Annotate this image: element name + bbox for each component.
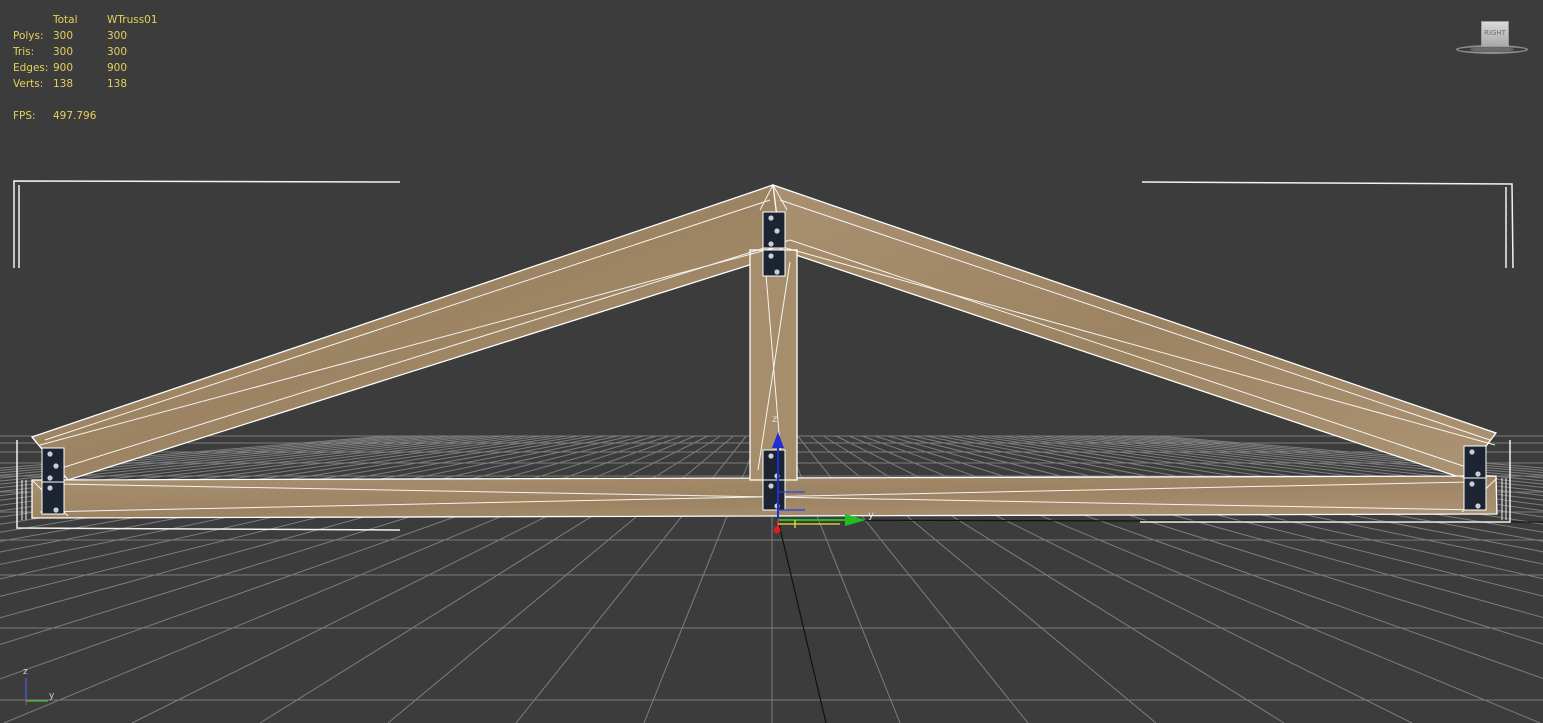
stats-header-object: WTruss01 <box>107 14 158 26</box>
plate-bolt <box>1469 449 1475 455</box>
plate-bolt <box>1469 481 1475 487</box>
plate-bolt <box>1475 503 1481 509</box>
stats-total: 900 <box>53 62 74 74</box>
stats-total: 300 <box>53 46 74 58</box>
stats-header-total: Total <box>53 14 78 26</box>
fps-label: FPS: <box>13 110 36 122</box>
viewcube-face-right[interactable]: RIGHT <box>1481 21 1509 47</box>
tripod-z-label: z <box>23 667 28 677</box>
metal-plate <box>41 481 65 515</box>
metal-plate <box>762 249 786 277</box>
gizmo-z-label: z <box>772 414 777 425</box>
stats-label: Polys: <box>13 30 44 42</box>
viewcube[interactable]: RIGHT <box>1452 16 1532 60</box>
plate-bolt <box>768 215 774 221</box>
plate-bolt <box>768 253 774 259</box>
fps-value: 497.796 <box>53 110 97 122</box>
plate-bolt <box>768 453 774 459</box>
metal-plate <box>41 447 65 483</box>
gizmo-y-label: y <box>868 510 874 521</box>
stats-label: Tris: <box>13 46 35 58</box>
plate-bolt <box>47 451 53 457</box>
metal-plate <box>762 211 786 249</box>
metal-plate <box>762 449 786 481</box>
plate-bolt <box>53 463 59 469</box>
stats-label: Edges: <box>13 62 49 74</box>
stats-object: 138 <box>107 78 128 90</box>
stats-label: Verts: <box>13 78 44 90</box>
axis-tripod: z y <box>23 667 55 705</box>
plate-bolt <box>1475 471 1481 477</box>
metal-plate <box>1463 477 1487 511</box>
right-viewport[interactable]: z y z y Total WTruss01 Polys: 300 300 Tr… <box>0 0 1543 723</box>
plate-bolt <box>768 241 774 247</box>
plate-bolt <box>47 485 53 491</box>
stats-object: 300 <box>107 46 128 58</box>
plate-bolt <box>53 507 59 513</box>
stats-object: 300 <box>107 30 128 42</box>
plate-bolt <box>47 475 53 481</box>
stats-total: 300 <box>53 30 74 42</box>
world-axis-line <box>777 519 827 723</box>
viewport-scene[interactable]: z y z y <box>0 0 1543 723</box>
plate-bolt <box>774 228 780 234</box>
plate-bolt <box>768 483 774 489</box>
metal-plate <box>1463 445 1487 479</box>
plate-bolt <box>774 269 780 275</box>
tripod-y-label: y <box>49 691 55 701</box>
stats-total: 138 <box>53 78 74 90</box>
stats-object: 900 <box>107 62 128 74</box>
truss-right-rafter[interactable] <box>772 184 1498 479</box>
metal-plate <box>762 479 786 511</box>
